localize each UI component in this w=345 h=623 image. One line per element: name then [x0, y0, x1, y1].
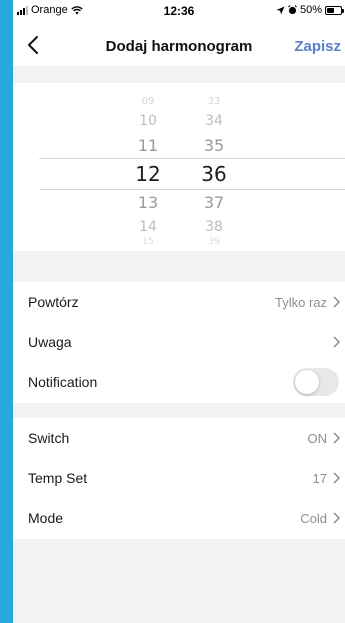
hour-option[interactable]: 15: [118, 237, 178, 247]
toggle-knob: [295, 370, 319, 394]
hour-option[interactable]: 11: [118, 136, 178, 155]
app-screen: Orange 12:36 50% Dodaj harmonogram Zapis…: [13, 0, 345, 623]
temp-set-label: Temp Set: [28, 470, 88, 486]
picker-selection-top-line: [39, 158, 345, 159]
chevron-right-icon: [333, 432, 341, 444]
mode-label: Mode: [28, 510, 64, 526]
repeat-row[interactable]: Powtórz Tylko raz: [13, 282, 345, 322]
note-row[interactable]: Uwaga: [13, 322, 345, 362]
chevron-right-icon: [333, 472, 341, 484]
minute-option[interactable]: 35: [184, 136, 244, 155]
hour-option[interactable]: 09: [118, 96, 178, 107]
time-picker[interactable]: 09 10 11 12 13 14 15 33 34 35 36 37 38 3…: [13, 83, 345, 251]
location-arrow-icon: [276, 6, 285, 14]
battery-level: [327, 7, 334, 13]
battery-percent: 50%: [299, 4, 322, 16]
save-button[interactable]: Zapisz: [294, 38, 341, 55]
minute-option[interactable]: 37: [184, 193, 244, 212]
battery-icon: [325, 5, 344, 15]
alarm-icon: [288, 5, 297, 15]
mode-value: Cold: [300, 510, 327, 526]
temp-set-value: 17: [312, 470, 327, 486]
notification-toggle[interactable]: [293, 368, 339, 396]
switch-row[interactable]: Switch ON: [13, 418, 345, 458]
status-bar: Orange 12:36 50%: [13, 0, 345, 22]
picker-selection-bottom-line: [39, 189, 345, 190]
hour-option[interactable]: 10: [118, 113, 178, 129]
selected-minute[interactable]: 36: [184, 162, 244, 186]
temp-set-row[interactable]: Temp Set 17: [13, 458, 345, 498]
chevron-right-icon: [333, 336, 341, 348]
note-label: Uwaga: [28, 334, 72, 350]
selected-hour[interactable]: 12: [118, 162, 178, 186]
minute-option[interactable]: 38: [184, 219, 244, 235]
notification-label: Notification: [28, 374, 98, 390]
status-right: 50%: [276, 4, 344, 16]
minute-option[interactable]: 39: [184, 237, 244, 247]
device-settings-group: Switch ON Temp Set 17 Mode Cold: [13, 418, 345, 539]
chevron-right-icon: [333, 296, 341, 308]
back-chevron-icon[interactable]: [23, 34, 45, 56]
repeat-value: Tylko raz: [274, 294, 327, 310]
hour-option[interactable]: 14: [118, 219, 178, 235]
mode-row[interactable]: Mode Cold: [13, 498, 345, 538]
navigation-bar: Dodaj harmonogram Zapisz: [13, 22, 345, 66]
chevron-right-icon: [333, 512, 341, 524]
minute-option[interactable]: 33: [184, 96, 244, 107]
repeat-label: Powtórz: [28, 294, 79, 310]
switch-label: Switch: [28, 430, 70, 446]
schedule-options-group: Powtórz Tylko raz Uwaga Notification: [13, 282, 345, 403]
minute-option[interactable]: 34: [184, 113, 244, 129]
hour-option[interactable]: 13: [118, 193, 178, 212]
notification-row: Notification: [13, 362, 345, 402]
switch-value: ON: [307, 430, 328, 446]
